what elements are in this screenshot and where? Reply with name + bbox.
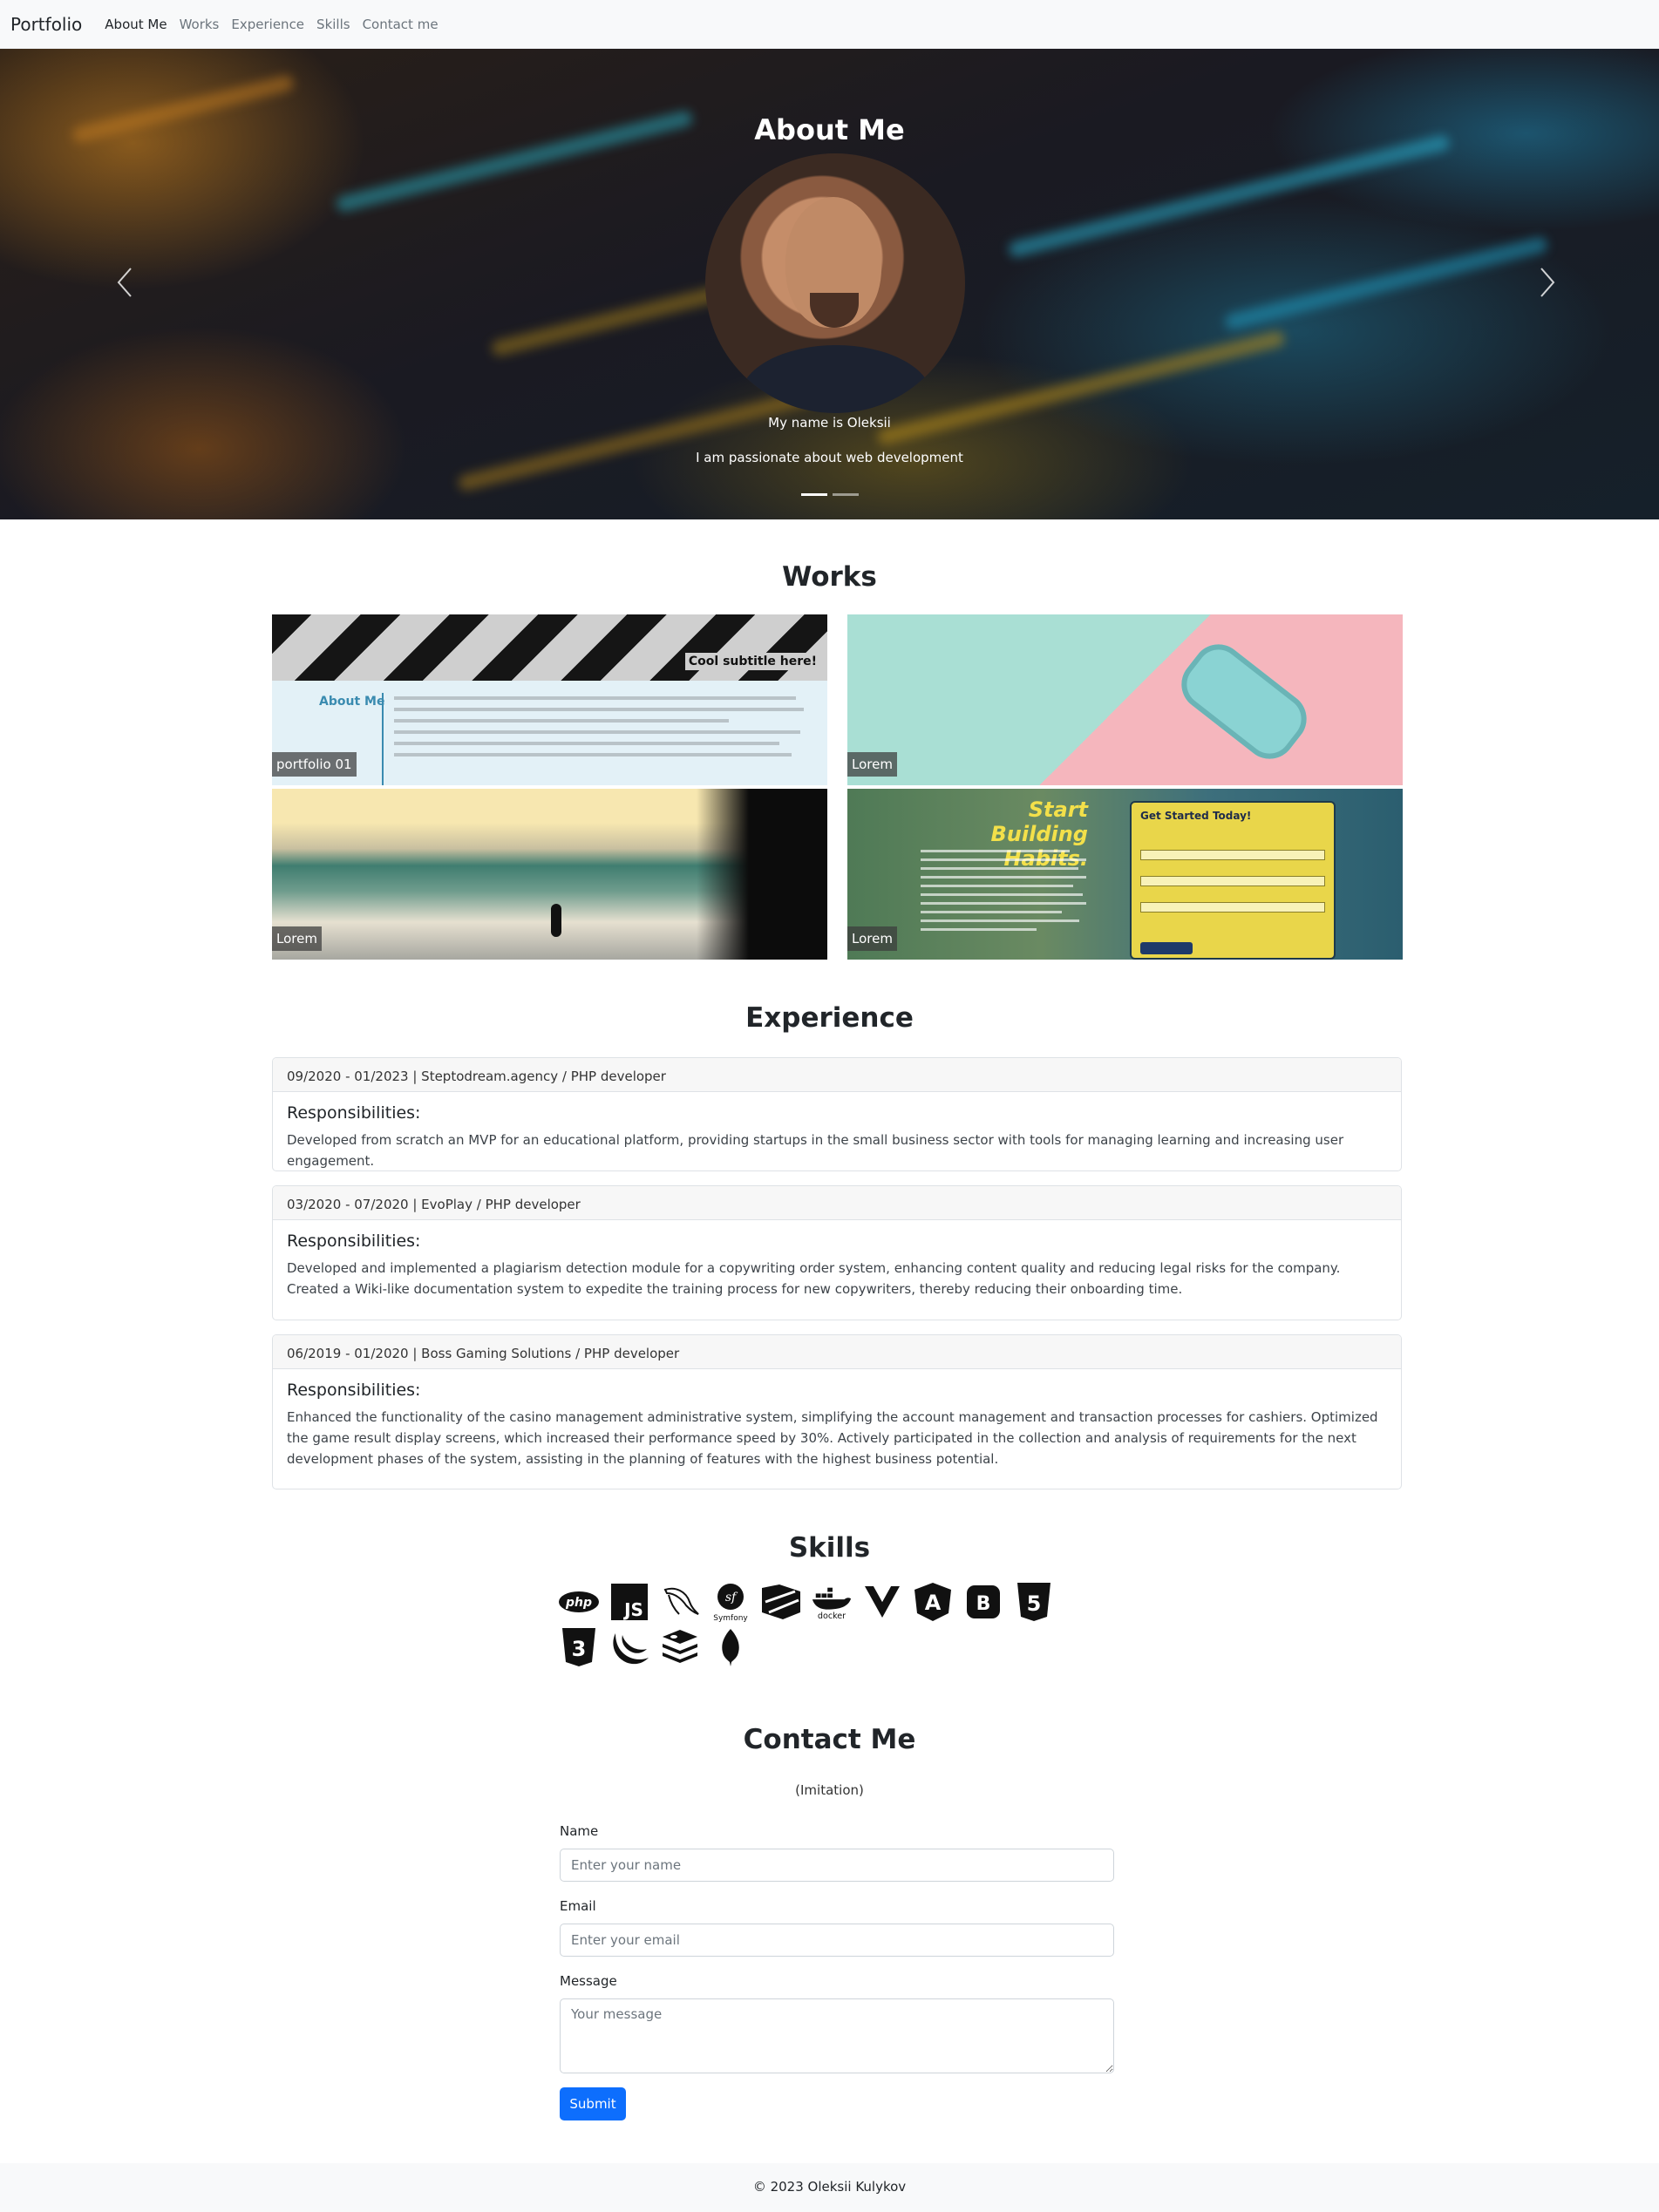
contact-subtitle: (Imitation) [795, 1782, 864, 1798]
chevron-right-icon [1540, 268, 1555, 297]
work-form-title: Get Started Today! [1140, 810, 1252, 822]
hero-carousel: About Me My name is Oleksii I am passion… [0, 49, 1659, 519]
svg-text:3: 3 [572, 1637, 587, 1661]
nav-link-contact[interactable]: Contact me [363, 17, 439, 32]
nav-link-skills[interactable]: Skills [316, 17, 350, 32]
svg-text:docker: docker [818, 1612, 846, 1621]
work-item[interactable]: Start Building Habits. Get Started Today… [847, 789, 1403, 960]
carousel-next-button[interactable] [1536, 265, 1559, 308]
experience-card: 09/2020 - 01/2023 | Steptodream.agency /… [272, 1057, 1402, 1171]
svg-text:B: B [976, 1593, 991, 1615]
skills-list: php JS sf Symfony docker A B 5 3 [558, 1583, 1098, 1666]
nav-link-works[interactable]: Works [180, 17, 220, 32]
nav-link-about[interactable]: About Me [105, 17, 167, 32]
jquery-icon [609, 1628, 650, 1666]
message-label: Message [560, 1973, 617, 1989]
email-input[interactable] [560, 1924, 1114, 1957]
code-background [1223, 235, 1549, 331]
footer: © 2023 Oleksii Kulykov [0, 2163, 1659, 2212]
docker-icon: docker [811, 1583, 853, 1621]
chevron-left-icon [117, 268, 132, 297]
hero-name-text: My name is Oleksii [768, 415, 891, 431]
code-background [1007, 133, 1452, 259]
submit-button[interactable]: Submit [560, 2087, 626, 2120]
experience-card-title: Responsibilities: [287, 1381, 421, 1400]
svg-text:php: php [565, 1596, 592, 1610]
name-input[interactable] [560, 1849, 1114, 1882]
symfony-icon: sf Symfony [710, 1583, 751, 1622]
experience-card-header: 06/2019 - 01/2020 | Boss Gaming Solution… [273, 1335, 1401, 1369]
bootstrap-icon: B [962, 1583, 1004, 1621]
css3-icon: 3 [558, 1628, 600, 1666]
mysql-icon [659, 1583, 701, 1621]
angular-icon: A [912, 1583, 954, 1621]
work-heading: About Me [319, 695, 385, 709]
php-icon: php [558, 1583, 600, 1621]
experience-card-header: 09/2020 - 01/2023 | Steptodream.agency /… [273, 1058, 1401, 1092]
work-item[interactable]: Cool subtitle here! About Me portfolio 0… [272, 614, 827, 785]
javascript-icon: JS [609, 1583, 650, 1621]
html5-icon: 5 [1013, 1583, 1055, 1621]
avatar [705, 153, 965, 413]
carousel-indicators [0, 493, 1659, 496]
redis-icon [659, 1628, 701, 1666]
svg-text:JS: JS [622, 1599, 643, 1620]
svg-text:A: A [925, 1591, 942, 1615]
navbar-brand[interactable]: Portfolio [10, 14, 82, 35]
work-item[interactable]: Lorem [847, 614, 1403, 785]
name-label: Name [560, 1823, 599, 1839]
experience-card-text: Enhanced the functionality of the casino… [287, 1409, 1378, 1467]
skills-title: Skills [788, 1532, 871, 1564]
carousel-indicator[interactable] [800, 493, 827, 496]
experience-card-header: 03/2020 - 07/2020 | EvoPlay / PHP develo… [273, 1186, 1401, 1220]
experience-card: 03/2020 - 07/2020 | EvoPlay / PHP develo… [272, 1185, 1402, 1320]
work-item[interactable]: Lorem [272, 789, 827, 960]
experience-card-text: Developed and implemented a plagiarism d… [287, 1260, 1341, 1297]
work-label: Lorem [847, 752, 897, 777]
experience-card-title: Responsibilities: [287, 1103, 421, 1123]
experience-card-text: Developed from scratch an MVP for an edu… [287, 1132, 1344, 1169]
work-label: portfolio 01 [272, 752, 357, 777]
experience-card-title: Responsibilities: [287, 1232, 421, 1251]
work-label: Lorem [272, 926, 322, 951]
experience-card: 06/2019 - 01/2020 | Boss Gaming Solution… [272, 1334, 1402, 1489]
experience-title: Experience [745, 1002, 914, 1034]
email-label: Email [560, 1898, 596, 1914]
work-label: Lorem [847, 926, 897, 951]
svg-text:5: 5 [1027, 1591, 1042, 1616]
hero-tagline: I am passionate about web development [696, 450, 963, 465]
contact-title: Contact Me [743, 1724, 916, 1755]
navbar: Portfolio About Me Works Experience Skil… [0, 0, 1659, 49]
vue-icon [861, 1583, 903, 1621]
hero-title: About Me [754, 113, 905, 146]
footer-copyright: © 2023 Oleksii Kulykov [752, 2179, 907, 2195]
svg-text:Symfony: Symfony [713, 1614, 748, 1622]
carousel-indicator[interactable] [832, 493, 859, 496]
car-image [1171, 634, 1317, 770]
laravel-icon [760, 1583, 802, 1621]
message-textarea[interactable] [560, 1998, 1114, 2073]
works-title: Works [782, 561, 877, 593]
mongodb-icon [710, 1628, 751, 1666]
nav-link-experience[interactable]: Experience [231, 17, 304, 32]
carousel-prev-button[interactable] [113, 265, 136, 308]
work-subtitle: Cool subtitle here! [684, 653, 820, 670]
surfer-image [551, 904, 561, 937]
